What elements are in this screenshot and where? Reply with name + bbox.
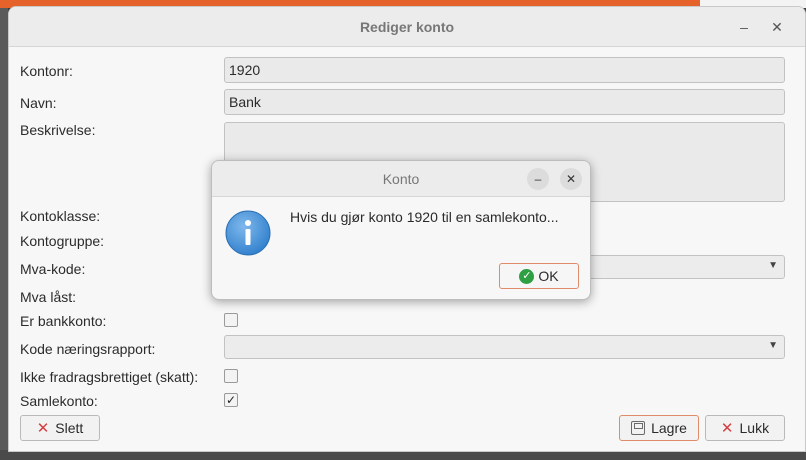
window-titlebar: Rediger konto – ✕	[9, 7, 805, 47]
chevron-down-icon: ▼	[768, 260, 778, 271]
lagre-button[interactable]: Lagre	[619, 415, 699, 441]
label-ikke-fradragsberettiget: Ikke fradragsbrettiget (skatt):	[20, 369, 199, 385]
ikke-fradragsberettiget-checkbox[interactable]	[224, 369, 238, 383]
dialog-close-icon[interactable]: ✕	[560, 168, 582, 190]
delete-x-icon: ✕	[36, 420, 50, 437]
minimize-icon[interactable]: –	[736, 19, 752, 35]
info-icon	[225, 210, 271, 256]
info-dialog: Konto – ✕ Hvis du gjør konto 1920 til en…	[211, 160, 591, 300]
kode-naeringsrapport-combo[interactable]: ▼	[224, 335, 785, 359]
ok-button[interactable]: ✓ OK	[499, 263, 579, 289]
lagre-button-label: Lagre	[651, 420, 687, 436]
check-circle-icon: ✓	[519, 268, 535, 284]
dialog-message: Hvis du gjør konto 1920 til en samlekont…	[290, 209, 559, 225]
window-title: Rediger konto	[359, 19, 455, 35]
navn-field[interactable]: Bank	[224, 89, 785, 115]
ok-button-label: OK	[538, 268, 559, 284]
label-navn: Navn:	[20, 95, 57, 111]
label-beskrivelse: Beskrivelse:	[20, 122, 96, 138]
label-er-bankkonto: Er bankkonto:	[20, 313, 107, 329]
chevron-down-icon: ▼	[768, 340, 778, 351]
lukk-button[interactable]: ✕ Lukk	[705, 415, 785, 441]
label-samlekonto: Samlekonto:	[20, 393, 98, 409]
label-kode-naeringsrapport: Kode næringsrapport:	[20, 341, 156, 357]
close-icon[interactable]: ✕	[769, 19, 785, 35]
kontonr-field[interactable]: 1920	[224, 57, 785, 83]
dialog-minimize-icon[interactable]: –	[527, 168, 549, 190]
background-window-edge	[0, 8, 8, 460]
label-mva-kode: Mva-kode:	[20, 261, 86, 277]
label-mva-last: Mva låst:	[20, 289, 77, 305]
label-kontonr: Kontonr:	[20, 63, 73, 79]
er-bankkonto-checkbox[interactable]	[224, 313, 238, 327]
label-kontogruppe: Kontogruppe:	[20, 233, 105, 249]
dialog-titlebar: Konto – ✕	[212, 161, 590, 197]
slett-button[interactable]: ✕ Slett	[20, 415, 100, 441]
save-icon	[631, 421, 646, 435]
slett-button-label: Slett	[55, 420, 84, 436]
lukk-button-label: Lukk	[739, 420, 770, 436]
label-kontoklasse: Kontoklasse:	[20, 208, 101, 224]
samlekonto-checkbox[interactable]: ✓	[224, 393, 238, 407]
close-x-icon: ✕	[720, 420, 734, 437]
